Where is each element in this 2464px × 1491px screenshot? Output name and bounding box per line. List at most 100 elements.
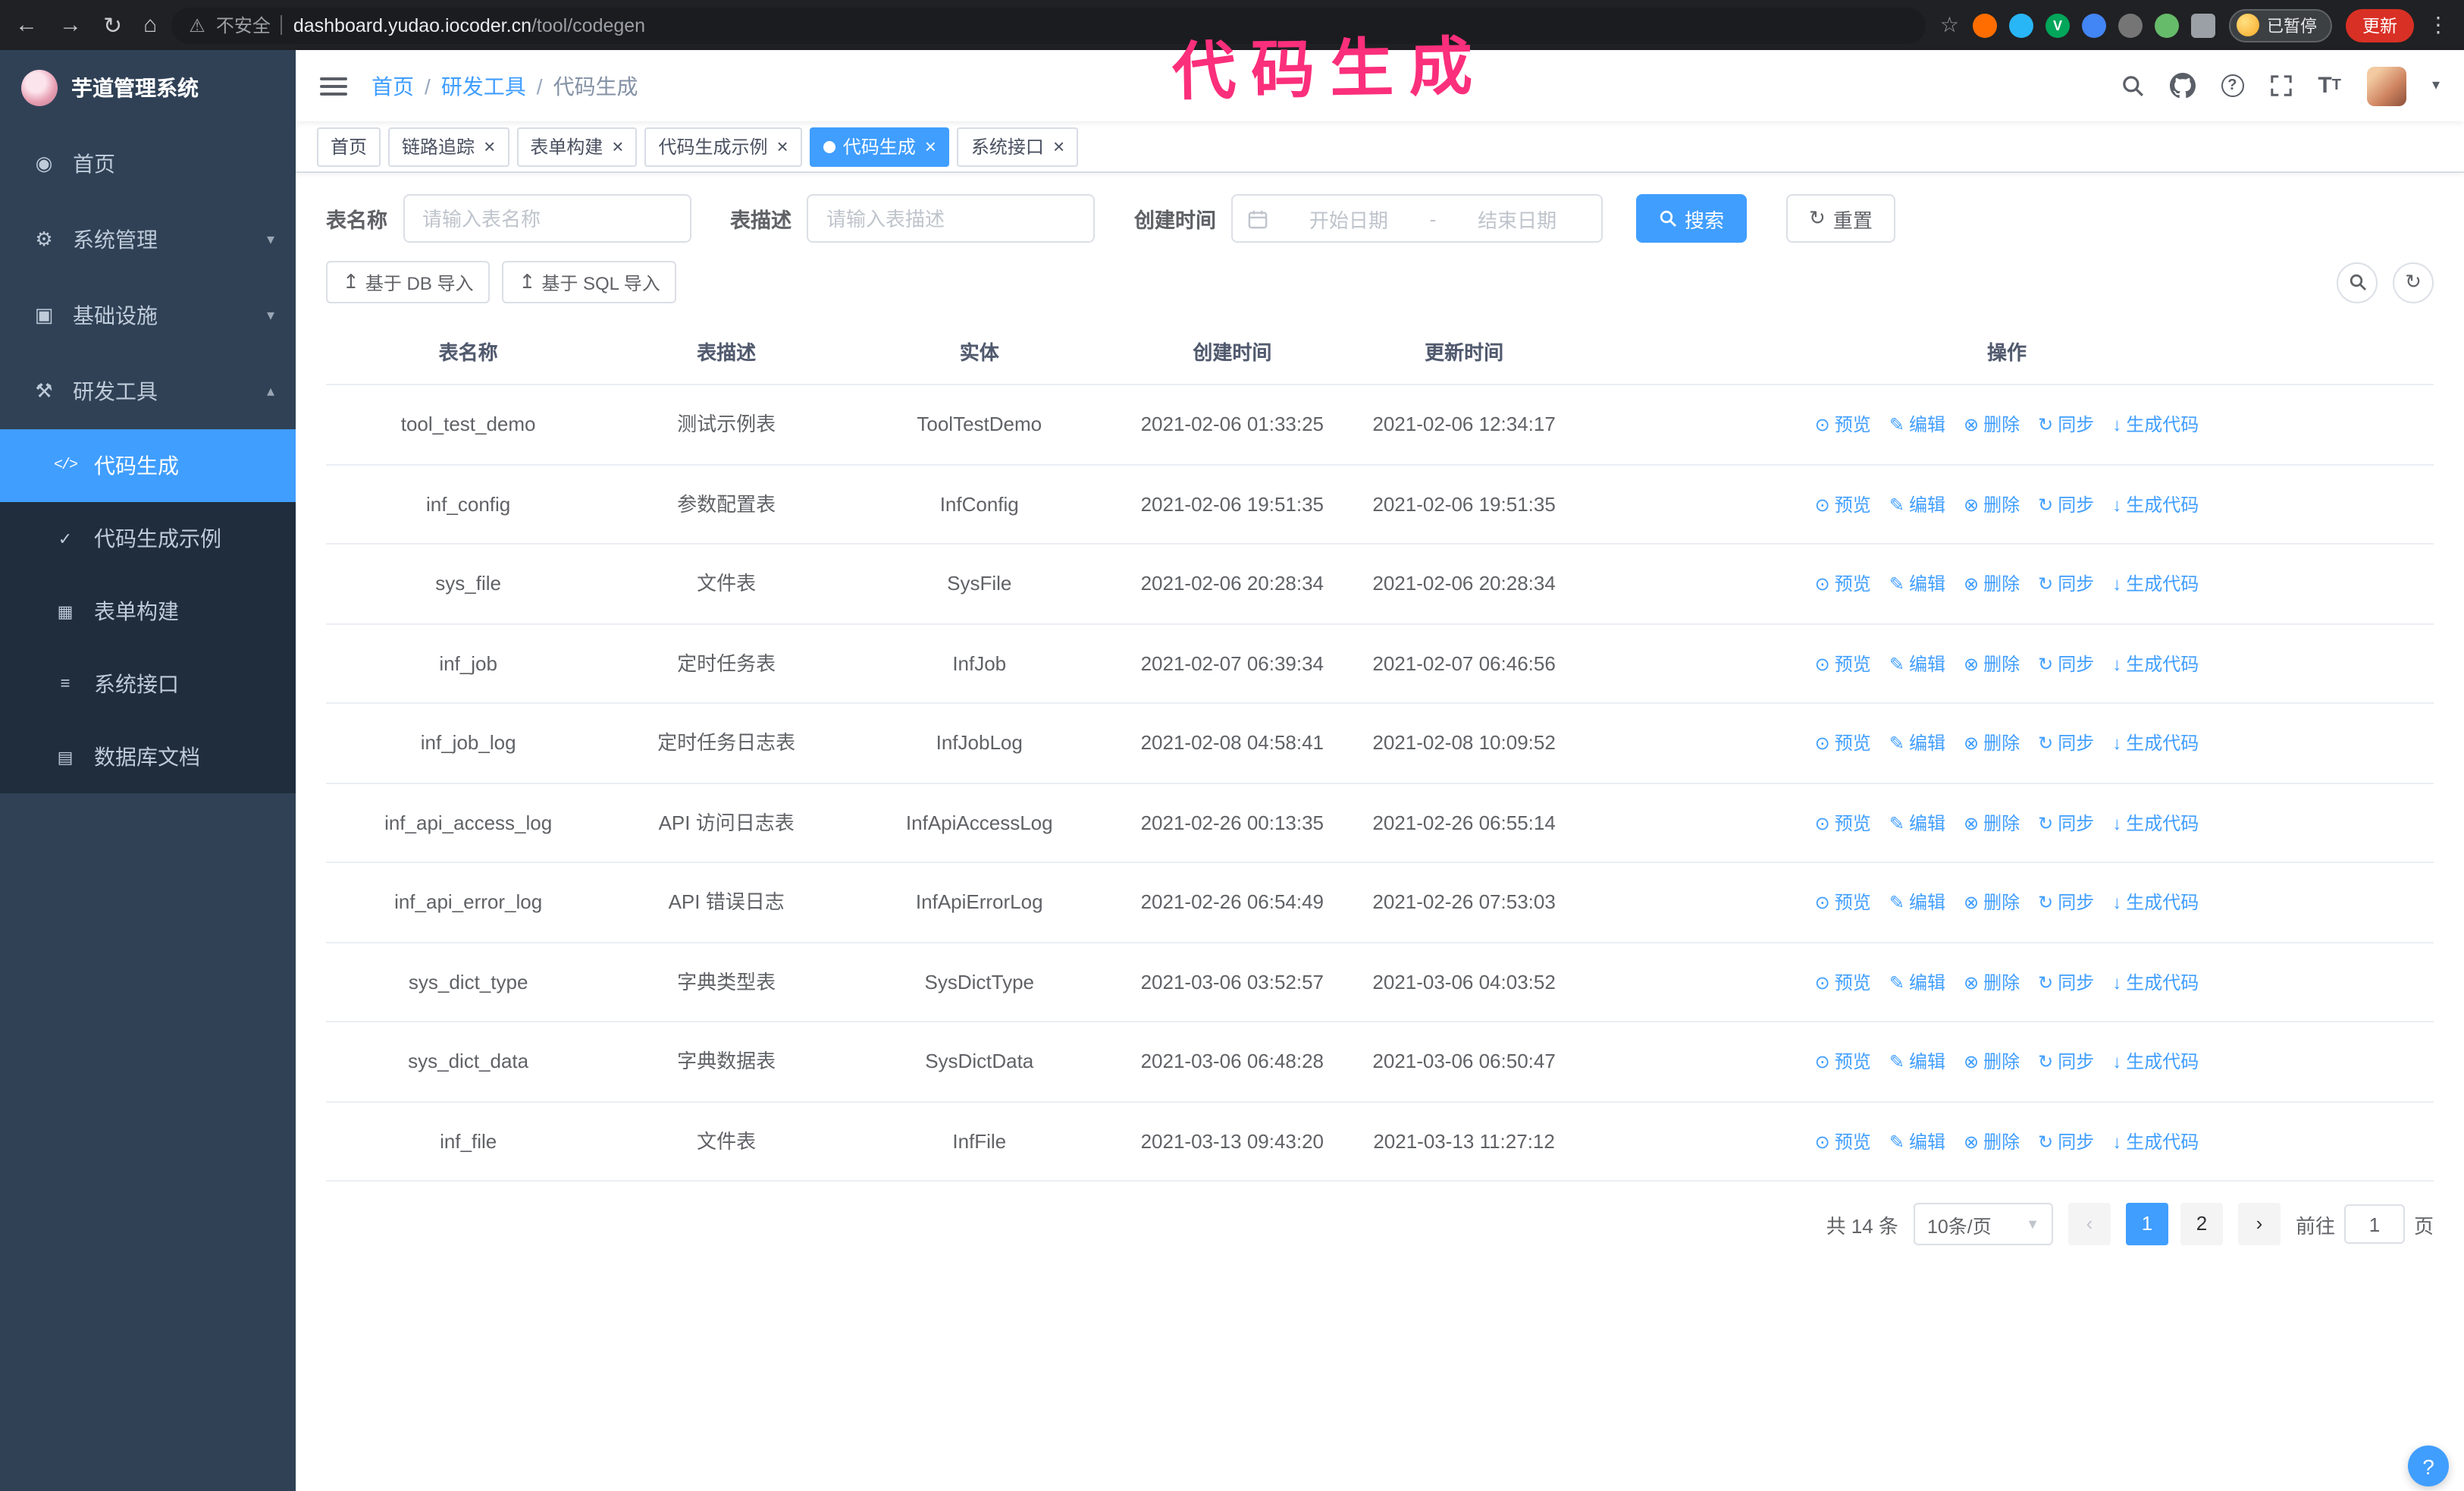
end-date-placeholder[interactable]: 结束日期: [1448, 204, 1586, 233]
action-delete[interactable]: ⊗ 删除: [1964, 491, 2020, 518]
sidebar-item-infrastructure[interactable]: ▣ 基础设施 ▾: [0, 278, 296, 353]
tab-codegen-example[interactable]: 代码生成示例 ×: [644, 127, 802, 166]
sidebar-item-database-doc[interactable]: ▤ 数据库文档: [0, 720, 296, 793]
back-icon[interactable]: ←: [15, 12, 38, 38]
sidebar-item-code-generation[interactable]: </> 代码生成: [0, 429, 296, 502]
sidebar-logo[interactable]: 芋道管理系统: [0, 50, 296, 126]
search-icon[interactable]: [2121, 74, 2143, 97]
sidebar-item-dev-tools[interactable]: ⚒ 研发工具 ▴: [0, 353, 296, 429]
action-edit[interactable]: ✎ 编辑: [1889, 889, 1945, 916]
action-edit[interactable]: ✎ 编辑: [1889, 1128, 1945, 1155]
browser-menu-icon[interactable]: ⋮: [2428, 12, 2449, 38]
page-button-1[interactable]: 1: [2125, 1203, 2168, 1245]
home-icon[interactable]: ⌂: [143, 12, 157, 38]
action-delete[interactable]: ⊗ 删除: [1964, 650, 2020, 677]
action-delete[interactable]: ⊗ 删除: [1964, 1128, 2020, 1155]
page-size-select[interactable]: 10条/页 ▼: [1913, 1203, 2053, 1245]
user-avatar[interactable]: [2366, 66, 2406, 105]
tab-close-icon[interactable]: ×: [777, 137, 788, 156]
action-edit[interactable]: ✎ 编辑: [1889, 491, 1945, 518]
action-generate-code[interactable]: ↓ 生成代码: [2112, 1048, 2199, 1075]
goto-page-input[interactable]: [2343, 1204, 2405, 1244]
search-button[interactable]: 搜索: [1636, 194, 1748, 243]
action-sync[interactable]: ↻ 同步: [2038, 1048, 2094, 1075]
action-edit[interactable]: ✎ 编辑: [1889, 809, 1945, 837]
action-delete[interactable]: ⊗ 删除: [1964, 809, 2020, 837]
extension-icon[interactable]: [2118, 13, 2143, 37]
fullscreen-icon[interactable]: [2269, 74, 2292, 97]
action-generate-code[interactable]: ↓ 生成代码: [2112, 411, 2199, 438]
extension-icon[interactable]: [1973, 13, 1997, 37]
extension-icon[interactable]: [2155, 13, 2179, 37]
font-size-icon[interactable]: TT: [2318, 73, 2341, 99]
action-generate-code[interactable]: ↓ 生成代码: [2112, 650, 2199, 677]
action-sync[interactable]: ↻ 同步: [2038, 411, 2094, 438]
extension-icon[interactable]: V: [2045, 13, 2070, 37]
tab-close-icon[interactable]: ×: [612, 137, 623, 156]
action-preview[interactable]: ⊙ 预览: [1815, 730, 1871, 757]
action-sync[interactable]: ↻ 同步: [2038, 570, 2094, 598]
reload-icon[interactable]: ↻: [103, 11, 122, 39]
action-preview[interactable]: ⊙ 预览: [1815, 1048, 1871, 1075]
action-edit[interactable]: ✎ 编辑: [1889, 411, 1945, 438]
action-edit[interactable]: ✎ 编辑: [1889, 968, 1945, 996]
action-preview[interactable]: ⊙ 预览: [1815, 491, 1871, 518]
action-sync[interactable]: ↻ 同步: [2038, 491, 2094, 518]
extension-icon[interactable]: [2009, 13, 2033, 37]
sidebar-item-codegen-example[interactable]: ✓ 代码生成示例: [0, 502, 296, 575]
tab-close-icon[interactable]: ×: [1053, 137, 1064, 156]
tab-trace[interactable]: 链路追踪 ×: [388, 127, 509, 166]
action-generate-code[interactable]: ↓ 生成代码: [2112, 1128, 2199, 1155]
action-generate-code[interactable]: ↓ 生成代码: [2112, 809, 2199, 837]
help-icon[interactable]: ?: [2221, 74, 2244, 97]
import-sql-button[interactable]: ↥ 基于 SQL 导入: [502, 261, 677, 303]
table-desc-input[interactable]: [807, 194, 1095, 243]
action-edit[interactable]: ✎ 编辑: [1889, 570, 1945, 598]
refresh-button[interactable]: ↻: [2393, 262, 2434, 303]
start-date-placeholder[interactable]: 开始日期: [1280, 204, 1418, 233]
reset-button[interactable]: ↻ 重置: [1786, 194, 1895, 243]
sidebar-item-form-builder[interactable]: ▦ 表单构建: [0, 575, 296, 648]
action-preview[interactable]: ⊙ 预览: [1815, 411, 1871, 438]
forward-icon[interactable]: →: [59, 12, 82, 38]
tab-close-icon[interactable]: ×: [925, 137, 936, 156]
table-name-input[interactable]: [403, 194, 691, 243]
action-delete[interactable]: ⊗ 删除: [1964, 730, 2020, 757]
action-delete[interactable]: ⊗ 删除: [1964, 889, 2020, 916]
tab-codegen[interactable]: 代码生成 ×: [809, 127, 950, 166]
action-preview[interactable]: ⊙ 预览: [1815, 968, 1871, 996]
github-icon[interactable]: [2169, 73, 2196, 99]
sidebar-item-system-management[interactable]: ⚙ 系统管理 ▾: [0, 202, 296, 278]
bookmark-star-icon[interactable]: ☆: [1940, 12, 1959, 38]
sidebar-item-system-api[interactable]: ≡ 系统接口: [0, 648, 296, 720]
tab-home[interactable]: 首页: [317, 127, 381, 166]
prev-page-button[interactable]: ‹: [2067, 1203, 2111, 1245]
action-sync[interactable]: ↻ 同步: [2038, 730, 2094, 757]
action-generate-code[interactable]: ↓ 生成代码: [2112, 889, 2199, 916]
update-button[interactable]: 更新: [2346, 8, 2414, 42]
action-delete[interactable]: ⊗ 删除: [1964, 570, 2020, 598]
next-page-button[interactable]: ›: [2237, 1203, 2281, 1245]
page-button-2[interactable]: 2: [2180, 1203, 2223, 1245]
date-range-picker[interactable]: 开始日期 - 结束日期: [1231, 194, 1603, 243]
sidebar-toggle-icon[interactable]: [320, 77, 347, 95]
action-generate-code[interactable]: ↓ 生成代码: [2112, 570, 2199, 598]
action-preview[interactable]: ⊙ 预览: [1815, 889, 1871, 916]
tab-form-builder[interactable]: 表单构建 ×: [516, 127, 638, 166]
profile-paused-badge[interactable]: 已暂停: [2229, 8, 2332, 42]
breadcrumb-dev-tools[interactable]: 研发工具: [441, 71, 526, 101]
breadcrumb-home[interactable]: 首页: [371, 71, 414, 101]
action-generate-code[interactable]: ↓ 生成代码: [2112, 730, 2199, 757]
action-preview[interactable]: ⊙ 预览: [1815, 809, 1871, 837]
action-generate-code[interactable]: ↓ 生成代码: [2112, 491, 2199, 518]
action-preview[interactable]: ⊙ 预览: [1815, 1128, 1871, 1155]
action-preview[interactable]: ⊙ 预览: [1815, 570, 1871, 598]
action-generate-code[interactable]: ↓ 生成代码: [2112, 968, 2199, 996]
action-delete[interactable]: ⊗ 删除: [1964, 968, 2020, 996]
action-preview[interactable]: ⊙ 预览: [1815, 650, 1871, 677]
action-sync[interactable]: ↻ 同步: [2038, 889, 2094, 916]
import-db-button[interactable]: ↥ 基于 DB 导入: [326, 261, 491, 303]
toggle-search-button[interactable]: [2337, 262, 2378, 303]
floating-help-button[interactable]: ?: [2408, 1445, 2449, 1486]
action-sync[interactable]: ↻ 同步: [2038, 809, 2094, 837]
